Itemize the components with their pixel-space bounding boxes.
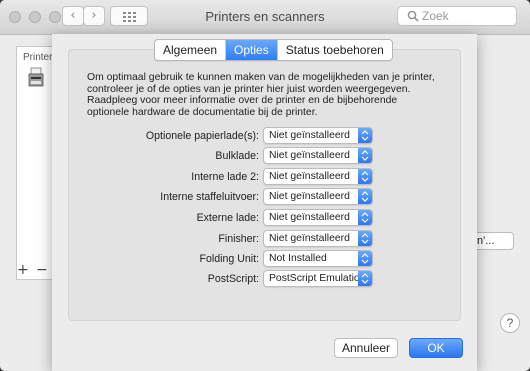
search-placeholder: Zoek <box>422 9 449 23</box>
option-select[interactable]: Niet geïnstalleerd <box>263 230 373 247</box>
option-label: Externe lade: <box>196 212 259 224</box>
option-row-external-tray: Externe lade: Niet geïnstalleerd <box>69 209 462 227</box>
option-value: PostScript Emulation <box>269 273 366 284</box>
option-row-postscript: PostScript: PostScript Emulation <box>69 270 462 288</box>
option-value: Niet geïnstalleerd <box>269 212 350 223</box>
updown-icon <box>358 251 372 266</box>
option-label: Folding Unit: <box>199 253 259 265</box>
option-value: Niet geïnstalleerd <box>269 191 350 202</box>
updown-icon <box>358 169 372 184</box>
option-value: Niet geïnstalleerd <box>269 171 350 182</box>
option-row-paper-trays: Optionele papierlade(s): Niet geïnstalle… <box>69 127 462 145</box>
option-select[interactable]: Not Installed <box>263 250 373 267</box>
preferences-window: ‹ › Printers en scanners Zoek Printers +… <box>0 0 530 371</box>
option-row-finisher: Finisher: Niet geïnstalleerd <box>69 230 462 248</box>
tab-general[interactable]: Algemeen <box>155 40 227 60</box>
updown-icon <box>358 189 372 204</box>
options-panel: Om optimaal gebruik te kunnen maken van … <box>68 49 461 321</box>
option-select[interactable]: Niet geïnstalleerd <box>263 188 373 205</box>
cancel-button[interactable]: Annuleer <box>334 338 398 358</box>
option-label: Interne lade 2: <box>191 171 259 183</box>
add-printer-button[interactable]: + <box>17 262 29 278</box>
option-select[interactable]: Niet geïnstalleerd <box>263 147 373 164</box>
option-label: Interne staffeluitvoer: <box>160 191 259 203</box>
option-label: PostScript: <box>207 273 259 285</box>
option-select[interactable]: Niet geïnstalleerd <box>263 209 373 226</box>
search-field[interactable]: Zoek <box>397 6 517 26</box>
ok-button[interactable]: OK <box>409 338 463 358</box>
option-label: Finisher: <box>218 233 259 245</box>
updown-icon <box>358 271 372 286</box>
option-row-bulk-tray: Bulklade: Niet geïnstalleerd <box>69 147 462 165</box>
updown-icon <box>358 231 372 246</box>
printer-icon[interactable] <box>25 67 47 89</box>
tab-bar: Algemeen Opties Status toebehoren <box>154 39 393 61</box>
option-row-internal-tray-2: Interne lade 2: Niet geïnstalleerd <box>69 168 462 186</box>
updown-icon <box>358 148 372 163</box>
options-description: Om optimaal gebruik te kunnen maken van … <box>87 72 435 119</box>
remove-printer-button[interactable]: − <box>36 262 48 278</box>
option-select[interactable]: Niet geïnstalleerd <box>263 127 373 144</box>
option-row-folding-unit: Folding Unit: Not Installed <box>69 250 462 268</box>
title-bar: ‹ › Printers en scanners Zoek <box>0 0 530 35</box>
option-label: Bulklade: <box>215 150 259 162</box>
option-value: Niet geïnstalleerd <box>269 130 350 141</box>
option-value: Niet geïnstalleerd <box>269 233 350 244</box>
option-value: Not Installed <box>269 253 327 264</box>
option-select[interactable]: PostScript Emulation <box>263 270 373 287</box>
option-row-internal-offset: Interne staffeluitvoer: Niet geïnstallee… <box>69 188 462 206</box>
help-button[interactable]: ? <box>500 313 520 333</box>
updown-icon <box>358 128 372 143</box>
option-label: Optionele papierlade(s): <box>145 130 259 142</box>
updown-icon <box>358 210 372 225</box>
option-value: Niet geïnstalleerd <box>269 150 350 161</box>
printer-options-sheet: Algemeen Opties Status toebehoren Om opt… <box>52 34 477 371</box>
tab-options[interactable]: Opties <box>226 40 278 60</box>
option-select[interactable]: Niet geïnstalleerd <box>263 168 373 185</box>
search-icon <box>407 10 419 22</box>
tab-supply-status[interactable]: Status toebehoren <box>278 40 392 60</box>
background-options-button[interactable]: n'... <box>474 232 514 250</box>
